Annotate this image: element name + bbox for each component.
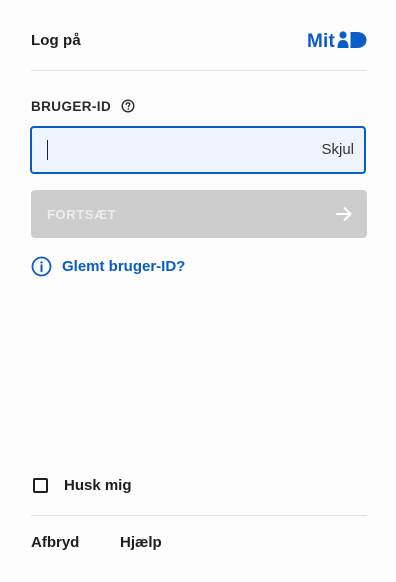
cancel-link[interactable]: Afbryd (31, 534, 79, 551)
text-caret (47, 140, 48, 160)
remember-me-row[interactable]: Husk mig (33, 475, 132, 495)
user-id-field-wrapper: Skjul (30, 126, 366, 174)
mitid-logo: Mit (306, 30, 367, 54)
arrow-right-icon (335, 205, 353, 226)
remember-me-label[interactable]: Husk mig (64, 477, 132, 494)
logo-text: Mit (306, 31, 335, 52)
mitid-person-icon (337, 30, 367, 54)
forgot-user-id-label: Glemt bruger-ID? (62, 257, 186, 275)
footer-divider (31, 515, 367, 516)
info-circle-icon (31, 256, 52, 277)
hide-toggle-button[interactable]: Skjul (321, 141, 354, 158)
user-id-label: BRUGER-ID (31, 98, 112, 114)
page-title: Log på (31, 32, 81, 49)
question-circle-icon[interactable] (121, 99, 135, 113)
user-id-input[interactable] (46, 128, 296, 172)
login-page: Log på Mit BRUGER-ID Skjul FORTSÆT Glemt… (0, 0, 396, 582)
forgot-user-id-link[interactable]: Glemt bruger-ID? (31, 255, 185, 277)
continue-button[interactable]: FORTSÆT (31, 190, 367, 238)
header: Log på Mit (31, 0, 367, 71)
help-link[interactable]: Hjælp (120, 534, 162, 551)
remember-me-checkbox[interactable] (33, 477, 48, 493)
continue-label: FORTSÆT (47, 207, 117, 222)
user-id-label-row: BRUGER-ID (31, 97, 135, 115)
